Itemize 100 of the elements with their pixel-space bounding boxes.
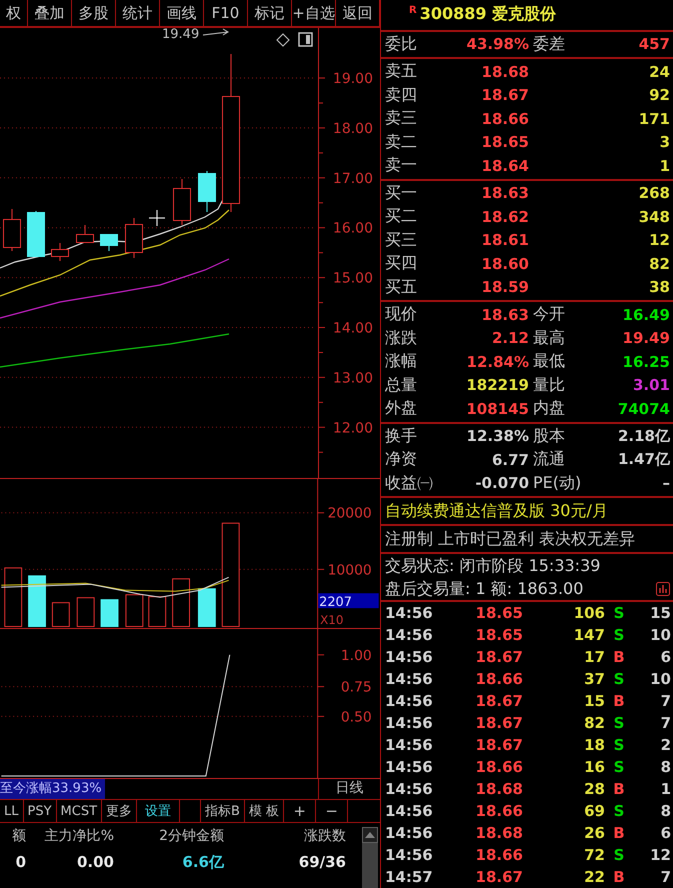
field-label: 股本 (532, 426, 566, 447)
tick-count: 7 (660, 868, 671, 886)
table-cell-text: 6.6亿 (181, 852, 224, 872)
field-label: PE(动) (532, 472, 581, 494)
order-volume: 268 (638, 184, 670, 202)
tick-count: 8 (660, 758, 671, 776)
table-cell-text: 0.00 (76, 853, 114, 871)
field-label: 收益㈠ (385, 472, 433, 494)
order-level-label: 卖二 (385, 132, 418, 153)
tick-volume: 72 (583, 846, 605, 864)
promo-banner[interactable]: 自动续费通达信普及版 30元/月 (381, 498, 673, 526)
field-value: 12.38% (466, 427, 529, 446)
tick-time: 14:56 (385, 692, 434, 710)
order-price: 18.65 (480, 133, 529, 152)
tick-volume: 16 (583, 758, 605, 776)
tick-time: 14:56 (385, 736, 434, 754)
field-label: 换手 (385, 426, 418, 447)
tick-price: 18.68 (474, 824, 523, 842)
volume-bar (198, 588, 216, 627)
tick-count: 12 (649, 846, 671, 864)
order-volume: 38 (648, 278, 670, 296)
trade-side: S (612, 714, 626, 732)
trade-side: B (612, 868, 626, 886)
candlestick (76, 224, 94, 243)
field-label: 现价 (385, 304, 418, 326)
after-hours-volume: 盘后交易量: 1 额: 1863.00 (385, 578, 584, 600)
tick-price: 18.66 (474, 758, 523, 776)
order-level-label: 买三 (385, 230, 418, 251)
tick-time: 14:56 (385, 670, 434, 688)
tick-volume: 17 (583, 648, 605, 666)
field-label: 量比 (532, 374, 566, 396)
tick-price: 18.67 (474, 868, 523, 886)
trading-status: 交易状态: 闭市阶段 15:33:39 (385, 555, 602, 577)
field-value: 108145 (465, 400, 529, 418)
tick-time: 14:56 (385, 824, 434, 842)
field-value: 6.77 (490, 450, 529, 469)
period-label[interactable]: 日线 (318, 779, 380, 799)
column-header: 2分钟金额 (158, 827, 224, 845)
field-label: 外盘 (385, 398, 418, 420)
candlestick (27, 210, 45, 258)
field-value: 18.63 (480, 306, 529, 324)
candlestick (173, 178, 191, 226)
order-level-label: 买四 (385, 253, 418, 274)
field-value: 19.49 (622, 329, 670, 348)
order-price: 18.66 (480, 110, 529, 128)
price-axis-label: 17.00 (332, 170, 373, 187)
tick-count: 10 (649, 670, 671, 688)
tick-time: 14:56 (385, 758, 434, 776)
bar-chart-icon[interactable] (656, 582, 670, 596)
trade-side: S (612, 626, 626, 644)
tick-volume: 18 (583, 736, 605, 754)
current-volume-label: 2207 (318, 593, 379, 610)
order-volume: 24 (648, 62, 670, 81)
tick-volume: 69 (583, 802, 605, 820)
trade-side: B (612, 780, 626, 798)
tick-volume: 82 (583, 714, 605, 732)
field-label: 今开 (532, 304, 566, 326)
column-header: 主力净比% (44, 827, 114, 845)
field-value: 12.84% (466, 352, 529, 371)
trade-side: S (612, 758, 626, 776)
column-header: 涨跌数 (303, 827, 346, 845)
tick-count: 6 (660, 824, 671, 842)
tick-volume: 37 (583, 670, 605, 688)
candlestick (3, 208, 21, 252)
field-label: 内盘 (532, 398, 566, 420)
order-level-label: 买二 (385, 206, 418, 228)
price-axis-label: 19.00 (332, 71, 373, 87)
tick-volume: 22 (583, 868, 605, 886)
field-value: 3.01 (632, 376, 670, 394)
order-price: 18.60 (480, 254, 529, 273)
price-axis-label: 13.00 (332, 370, 373, 386)
price-axis-label: 14.00 (332, 320, 373, 336)
candlestick (100, 234, 118, 252)
tick-count: 15 (649, 604, 671, 622)
price-axis-label: 16.00 (332, 220, 373, 237)
field-label: 委差 (532, 34, 566, 55)
tick-price: 18.66 (474, 802, 523, 820)
volume-bar (100, 599, 118, 627)
scrollbar[interactable] (362, 827, 378, 888)
tick-price: 18.66 (474, 670, 523, 688)
tick-count: 8 (660, 802, 671, 820)
candlestick (198, 170, 216, 212)
order-volume: 348 (638, 208, 670, 226)
price-axis-label: 12.00 (332, 420, 373, 436)
tick-volume: 26 (583, 824, 605, 842)
tick-time: 14:56 (385, 714, 434, 732)
volume-bar (148, 596, 166, 627)
field-label: 最高 (532, 328, 566, 349)
field-label: 委比 (385, 34, 418, 55)
tick-time: 14:56 (385, 802, 434, 820)
panel-toggle-icon[interactable] (298, 32, 313, 47)
field-label: 总量 (385, 374, 418, 396)
trade-side: B (612, 692, 626, 710)
diamond-icon[interactable] (276, 33, 290, 47)
toolbar-button[interactable]: +自选 (292, 0, 336, 26)
scroll-up-button[interactable] (362, 827, 378, 843)
order-price: 18.59 (480, 278, 529, 296)
trade-side: S (612, 802, 626, 820)
field-value: 2.18亿 (616, 426, 670, 446)
order-price: 18.67 (480, 86, 529, 104)
